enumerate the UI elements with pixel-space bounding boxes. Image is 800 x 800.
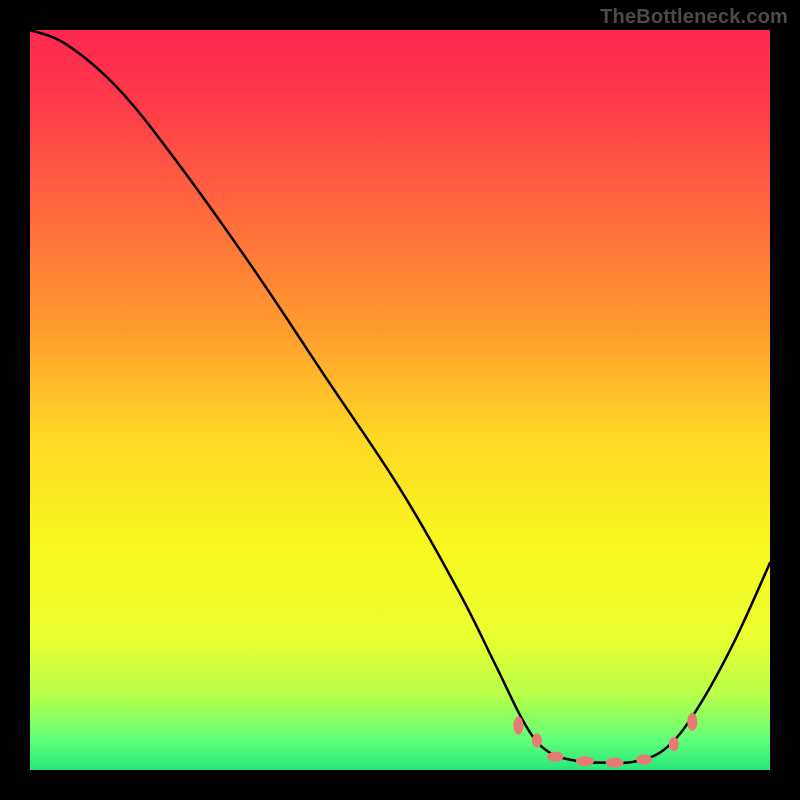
marker-dot <box>532 733 542 747</box>
marker-dot <box>576 756 594 766</box>
marker-dot <box>669 737 679 751</box>
chart-svg <box>30 30 770 770</box>
marker-dot <box>547 752 563 762</box>
marker-dot <box>687 713 697 731</box>
attribution-label: TheBottleneck.com <box>600 6 788 29</box>
plot-area <box>30 30 770 770</box>
marker-dot <box>606 758 624 768</box>
marker-dot <box>513 717 523 735</box>
gradient-background <box>30 30 770 770</box>
marker-dot <box>636 755 652 765</box>
chart-container: TheBottleneck.com <box>0 0 800 800</box>
